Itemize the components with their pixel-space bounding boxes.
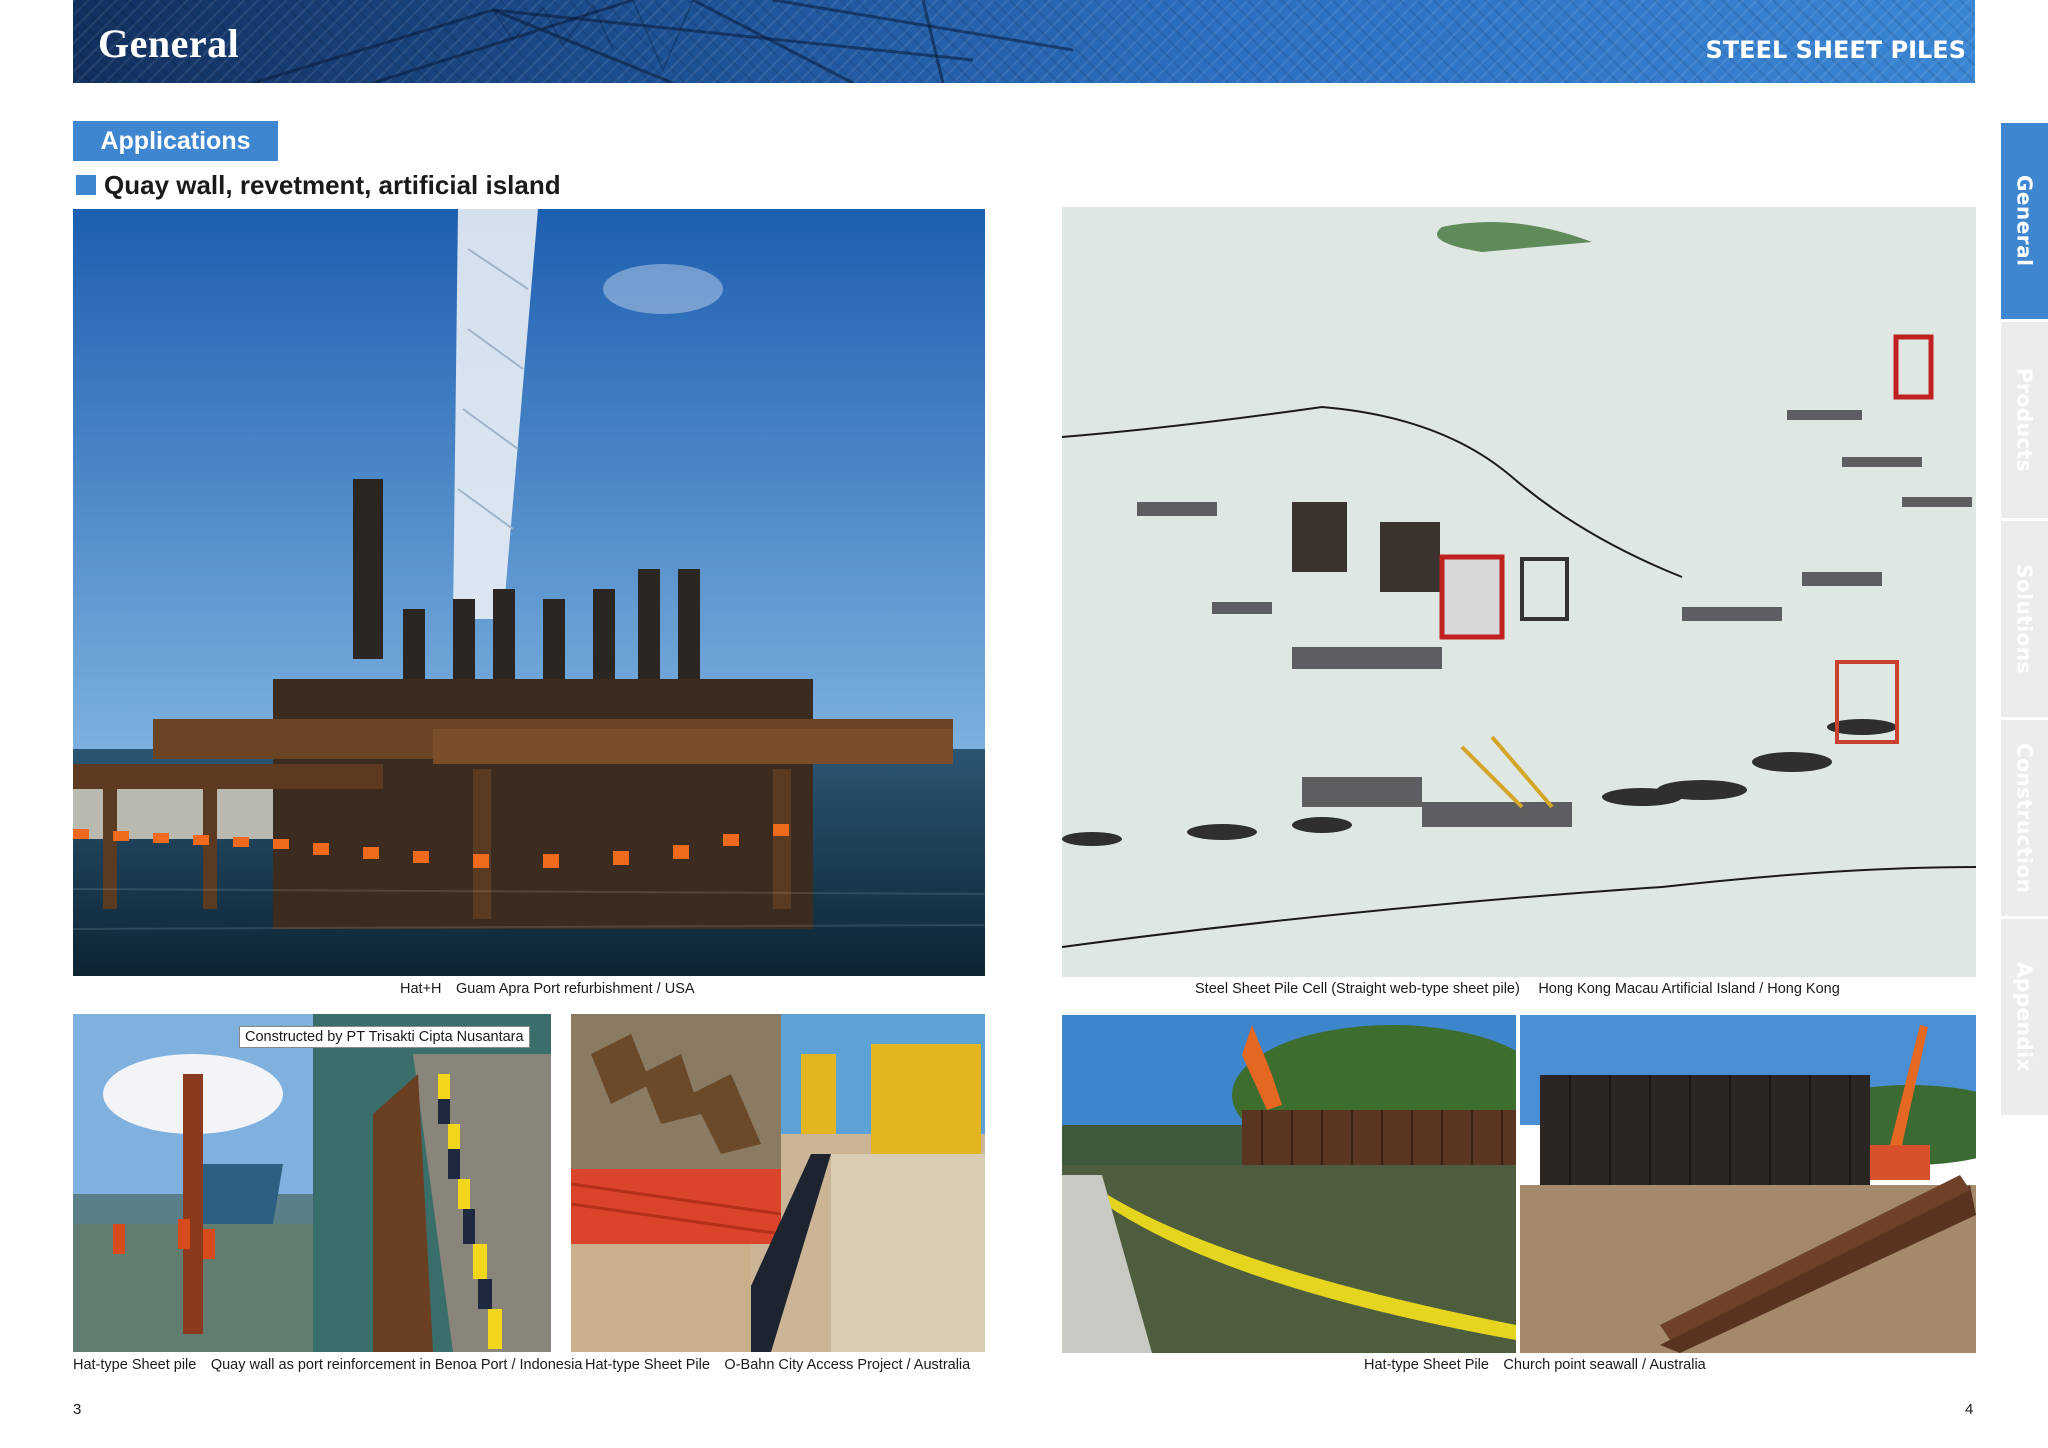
page-number-left: 3	[73, 1401, 82, 1418]
caption-guam: Hat+H Guam Apra Port refurbishment / USA	[400, 981, 695, 997]
tab-general[interactable]: General	[2001, 123, 2048, 319]
tab-construction[interactable]: Construction	[2001, 720, 2048, 916]
subheading-text: Quay wall, revetment, artificial island	[104, 169, 561, 200]
caption-hong-kong: Steel Sheet Pile Cell (Straight web-type…	[1195, 981, 1840, 997]
photo-obahn-project	[571, 1014, 985, 1352]
photo-credit-note: Constructed by PT Trisakti Cipta Nusanta…	[239, 1026, 530, 1048]
page-header-banner: General STEEL SHEET PILES	[73, 0, 1975, 83]
tab-solutions[interactable]: Solutions	[2001, 521, 2048, 717]
section-label: Applications	[73, 121, 278, 161]
photo-hong-kong-island	[1062, 207, 1976, 977]
photo-benoa-port	[73, 1014, 551, 1352]
caption-benoa: Hat-type Sheet pile Quay wall as port re…	[73, 1357, 583, 1373]
tab-products[interactable]: Products	[2001, 322, 2048, 518]
tab-appendix-label: Appendix	[2012, 962, 2037, 1072]
document-title: STEEL SHEET PILES	[1705, 36, 1966, 64]
tab-construction-label: Construction	[2012, 742, 2037, 894]
page-title: General	[98, 21, 240, 66]
caption-church-point: Hat-type Sheet Pile Church point seawall…	[1364, 1357, 1706, 1373]
tab-appendix[interactable]: Appendix	[2001, 919, 2048, 1115]
photo-church-point-seawall	[1062, 1015, 1516, 1353]
photo-guam-port	[73, 209, 985, 976]
tab-products-label: Products	[2012, 367, 2037, 473]
tab-solutions-label: Solutions	[2012, 563, 2037, 675]
subheading: Quay wall, revetment, artificial island	[76, 170, 561, 200]
tab-general-label: General	[2012, 175, 2037, 267]
photo-church-point-piles	[1520, 1015, 1976, 1353]
page-number-right: 4	[1965, 1401, 1974, 1418]
bullet-square-icon	[76, 175, 96, 195]
caption-obahn: Hat-type Sheet Pile O-Bahn City Access P…	[585, 1357, 971, 1373]
